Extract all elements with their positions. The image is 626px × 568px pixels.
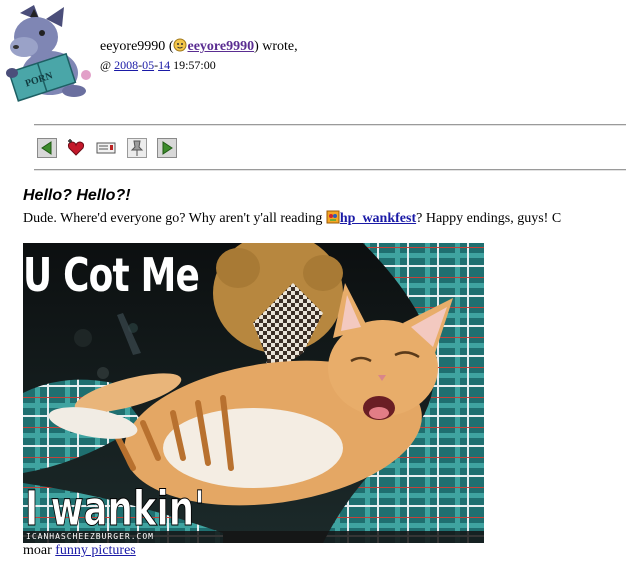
userpic-avatar[interactable]: PORN bbox=[0, 3, 96, 107]
date-year-link[interactable]: 2008 bbox=[114, 58, 138, 72]
image-credit-line: moar funny pictures bbox=[23, 543, 136, 559]
macro-bottom-caption: I wankin' bbox=[25, 481, 205, 533]
user-info-icon[interactable] bbox=[173, 38, 187, 52]
credit-moar: moar bbox=[23, 543, 56, 558]
bottom-divider bbox=[34, 169, 626, 171]
tell-a-friend-icon[interactable] bbox=[96, 138, 116, 158]
track-icon[interactable] bbox=[127, 138, 147, 158]
macro-watermark-strip: ICANHASCHEEZBURGER.COM bbox=[23, 531, 484, 543]
author-paren-open: ( bbox=[165, 39, 174, 54]
community-link[interactable]: hp_wankfest bbox=[340, 211, 416, 226]
author-wrote: ) wrote, bbox=[254, 39, 298, 54]
entry-body-text: Dude. Where'd everyone go? Why aren't y'… bbox=[23, 210, 626, 227]
author-name: eeyore9990 bbox=[100, 39, 166, 54]
date-at: @ bbox=[100, 58, 115, 72]
entry-time: 19:57:00 bbox=[173, 58, 216, 72]
author-profile-link[interactable]: eeyore9990 bbox=[187, 39, 254, 54]
body-text-after: ? Happy endings, guys! C bbox=[416, 211, 562, 226]
macro-watermark: ICANHASCHEEZBURGER.COM bbox=[26, 532, 154, 541]
date-day-link[interactable]: 14 bbox=[158, 58, 170, 72]
body-text-before: Dude. Where'd everyone go? Why aren't y'… bbox=[23, 211, 326, 226]
macro-bottom-caption-graphic: I wankin' bbox=[25, 481, 206, 533]
prev-entry-icon[interactable] bbox=[37, 138, 57, 158]
eeyore-userpic-image: PORN bbox=[6, 5, 91, 102]
next-entry-icon[interactable] bbox=[157, 138, 177, 158]
funny-pictures-link[interactable]: funny pictures bbox=[55, 543, 135, 558]
date-month-link[interactable]: 05 bbox=[142, 58, 154, 72]
entry-date-line: @ 2008-05-14 19:57:00 bbox=[100, 58, 216, 72]
community-info-icon[interactable] bbox=[326, 210, 340, 224]
entry-subject: Hello? Hello?! bbox=[23, 187, 131, 204]
macro-top-caption: U Cot Me bbox=[23, 248, 200, 302]
author-line: eeyore9990 (eeyore9990) wrote, bbox=[100, 38, 298, 55]
top-divider bbox=[34, 124, 626, 126]
lolcat-image[interactable]: U Cot Me I wankin' ICANHASCHEEZBURGER.CO… bbox=[23, 243, 484, 543]
entry-header: eeyore9990 (eeyore9990) wrote, @ 2008-05… bbox=[100, 38, 298, 74]
add-memory-icon[interactable] bbox=[66, 138, 86, 158]
